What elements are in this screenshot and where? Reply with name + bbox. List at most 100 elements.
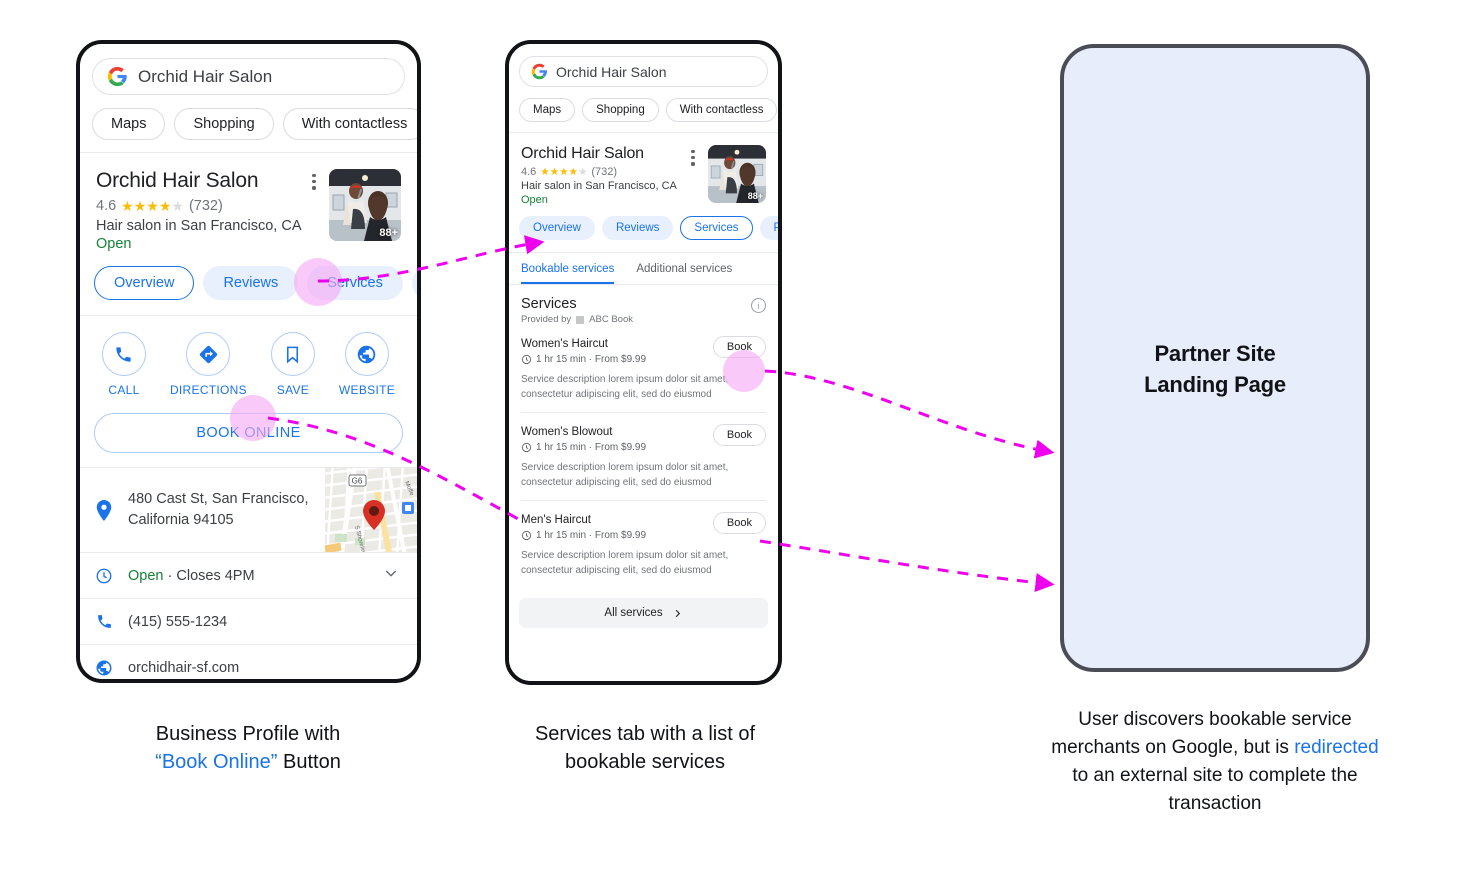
service-name: Women's Blowout [521,426,613,438]
caption1-line1: Business Profile with [155,723,341,745]
filter-chip-shopping[interactable]: Shopping [174,108,274,140]
chevron-down-icon[interactable] [383,565,417,586]
business-info: Orchid Hair Salon 4.6 ★★★★★ (732) Hair s… [96,169,305,252]
tab-services[interactable]: Services [680,216,753,240]
business-header: Orchid Hair Salon 4.6 ★★★★★ (732) Hair s… [509,133,778,206]
tab-photos[interactable]: Photo [411,266,417,300]
action-directions[interactable]: DIRECTIONS [170,332,247,397]
website-text: orchidhair-sf.com [128,659,240,676]
action-call[interactable]: CALL [101,332,146,397]
website-row[interactable]: orchidhair-sf.com [80,645,417,679]
action-label-save: SAVE [276,383,310,397]
rating-value: 4.6 [96,198,117,214]
hours-detail: Closes 4PM [176,567,255,584]
action-label-directions: DIRECTIONS [169,383,247,397]
address-row[interactable]: 480 Cast St, San Francisco, California 9… [80,468,417,552]
rating-line: 4.6 ★★★★★ (732) [521,166,684,178]
service-meta: 1 hr 15 min · From $9.99 [521,354,713,365]
info-circle-icon[interactable]: i [751,298,766,313]
globe-icon [344,332,389,376]
subtab-additional-services[interactable]: Additional services [636,263,732,284]
provided-by-label: Provided by [521,314,572,325]
rating-value: 4.6 [521,166,537,178]
business-header: Orchid Hair Salon 4.6 ★★★★★ (732) Hair s… [80,153,417,252]
svg-text:G6: G6 [352,477,363,486]
business-photo[interactable]: 88+ [708,145,766,203]
business-info: Orchid Hair Salon 4.6 ★★★★★ (732) Hair s… [521,145,684,206]
action-label-website: WEBSITE [338,383,396,397]
provider-name: ABC Book [589,314,633,325]
services-section-header: Services i [509,285,778,313]
phone-number-text: (415) 555-1234 [128,613,228,630]
business-category: Hair salon in San Francisco, CA [521,180,677,192]
action-website[interactable]: WEBSITE [339,332,395,397]
caption-business-profile: Business Profile with “Book Online” Butt… [46,720,450,776]
caption2-line1: Services tab with a list of [534,723,756,745]
business-name: Orchid Hair Salon [96,169,259,192]
profile-tab-row[interactable]: Overview Reviews Services Photo [509,206,778,252]
service-description: Service description lorem ipsum dolor si… [521,462,729,488]
star-rating-icon: ★★★★★ [540,165,588,178]
services-title: Services [521,296,577,312]
search-bar[interactable]: Orchid Hair Salon [92,58,405,95]
star-rating-icon: ★★★★★ [121,198,184,214]
map-illustration: G6 S Shoreline Blvd Moffe [325,468,417,552]
caption1-highlight: “Book Online” [155,751,278,773]
mini-map-thumbnail[interactable]: G6 S Shoreline Blvd Moffe [325,468,417,552]
service-description: Service description lorem ipsum dolor si… [521,550,729,576]
google-g-icon [107,66,127,87]
service-name: Women's Haircut [521,338,608,350]
book-button[interactable]: Book [712,512,766,534]
hours-text: Open · Closes 4PM [128,568,383,584]
service-meta-text: 1 hr 15 min · From $9.99 [536,442,647,453]
phone-icon [80,613,128,630]
highlight-book-online [230,395,276,441]
search-bar[interactable]: Orchid Hair Salon [519,56,768,87]
action-save[interactable]: SAVE [270,332,315,397]
service-item-top: Women's Blowout 1 hr 15 min · From $9.99… [521,424,766,453]
hours-row[interactable]: Open · Closes 4PM [80,553,417,598]
chevron-right-icon [675,609,680,617]
partner-site-title-line2: Landing Page [1144,372,1286,398]
service-item-top: Men's Haircut 1 hr 15 min · From $9.99 B… [521,512,766,541]
clock-icon [80,567,128,585]
services-subtab-row[interactable]: Bookable services Additional services [509,253,778,284]
tab-overview[interactable]: Overview [519,216,595,240]
search-input-value[interactable]: Orchid Hair Salon [556,64,667,80]
business-photo[interactable]: 88+ [329,169,401,241]
provider-logo-icon [576,315,585,324]
filter-chip-maps[interactable]: Maps [92,108,166,140]
business-category: Hair salon in San Francisco, CA [96,218,302,234]
action-label-call: CALL [108,383,140,397]
kebab-menu-icon[interactable] [684,145,702,206]
search-input-value[interactable]: Orchid Hair Salon [138,67,272,87]
filter-chip-shopping[interactable]: Shopping [582,98,659,122]
phone-mockup-business-profile: Orchid Hair Salon Maps Shopping With con… [76,40,421,683]
book-button[interactable]: Book [712,424,766,446]
business-name: Orchid Hair Salon [521,145,644,162]
tab-overview[interactable]: Overview [94,266,195,300]
all-services-button[interactable]: All services [519,598,768,628]
all-services-label: All services [604,607,663,619]
caption3-highlight: redirected [1294,736,1379,758]
filter-chip-maps[interactable]: Maps [519,98,576,122]
highlight-services-chip [294,258,342,306]
kebab-menu-icon[interactable] [305,169,323,252]
tab-reviews[interactable]: Reviews [203,266,299,300]
hours-separator: · [163,567,177,584]
phone-row[interactable]: (415) 555-1234 [80,599,417,644]
service-name: Men's Haircut [521,514,591,526]
filter-chip-row[interactable]: Maps Shopping With contactless Me [80,95,417,152]
subtab-bookable-services[interactable]: Bookable services [521,263,615,284]
globe-icon [80,659,128,677]
tab-photos[interactable]: Photo [759,216,778,240]
photo-count-badge: 88+ [747,191,763,201]
clock-icon [521,442,532,453]
tab-reviews[interactable]: Reviews [601,216,674,240]
filter-chip-with-contactless[interactable]: With contactless [282,108,417,140]
profile-tab-row[interactable]: Overview Reviews Services Photo [80,252,417,315]
service-item: Men's Haircut 1 hr 15 min · From $9.99 B… [509,501,778,588]
filter-chip-with-contactless[interactable]: With contactless [665,98,778,122]
service-meta-text: 1 hr 15 min · From $9.99 [536,530,647,541]
filter-chip-row[interactable]: Maps Shopping With contactless Me [509,87,778,132]
